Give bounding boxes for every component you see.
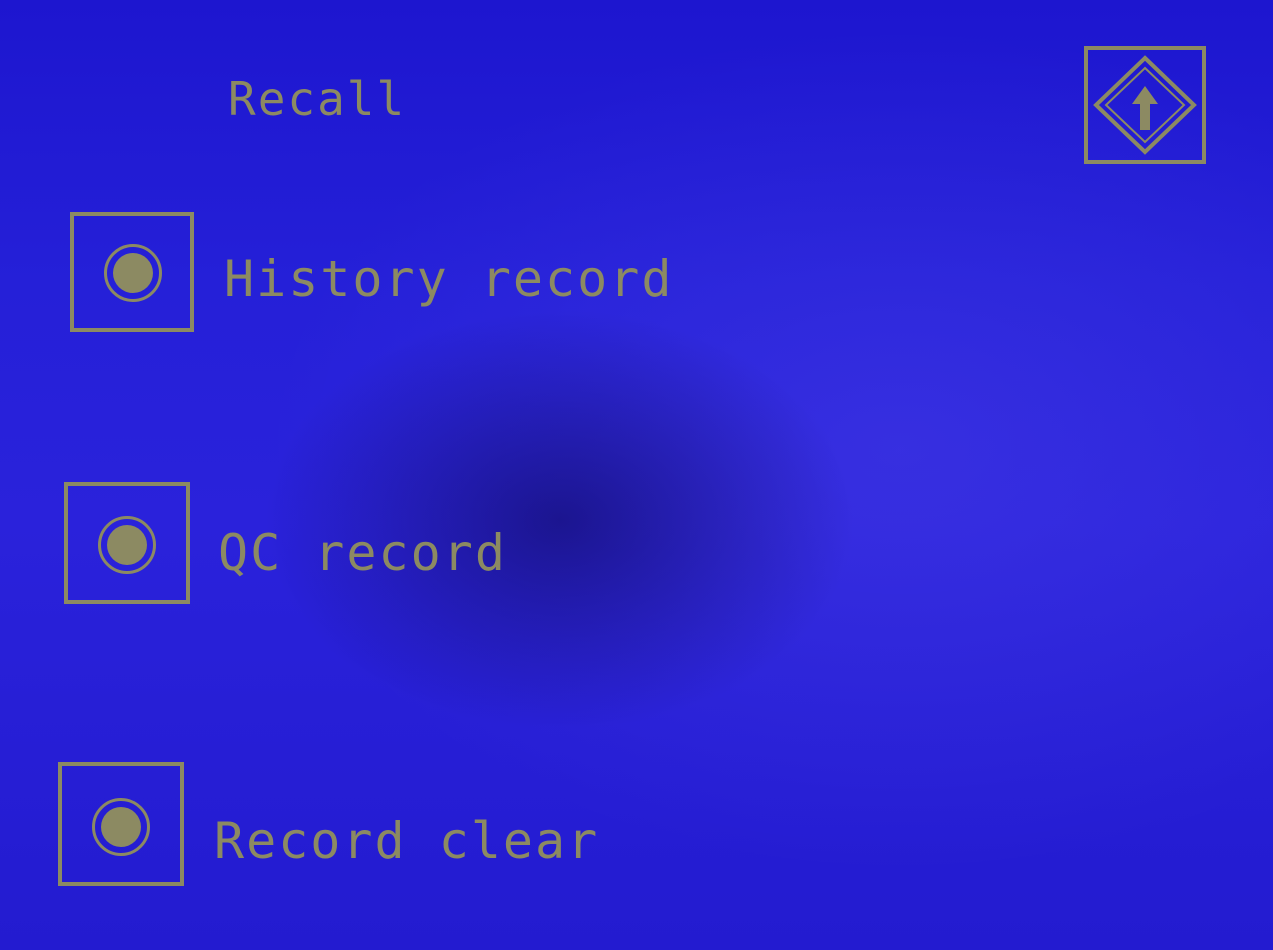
option-label: QC record (218, 524, 507, 582)
radio-dot (101, 807, 141, 847)
radio-button-icon (104, 244, 162, 302)
option-frame (64, 482, 190, 604)
option-label: History record (224, 250, 674, 308)
menu-option-qc-record[interactable]: QC record (62, 480, 522, 606)
option-frame (70, 212, 194, 332)
radio-button-icon (98, 516, 156, 574)
menu-option-history-record[interactable]: History record (68, 210, 688, 334)
option-frame (58, 762, 184, 886)
radio-dot (113, 253, 153, 293)
option-label: Record clear (214, 812, 600, 870)
radio-button-icon (92, 798, 150, 856)
up-arrow-icon (1093, 55, 1197, 155)
menu-option-record-clear[interactable]: Record clear (56, 760, 616, 888)
radio-dot (107, 525, 147, 565)
page-title: Recall (228, 72, 407, 126)
back-button[interactable] (1084, 46, 1206, 164)
lcd-screen: Recall History record QC record Record c… (0, 0, 1273, 950)
